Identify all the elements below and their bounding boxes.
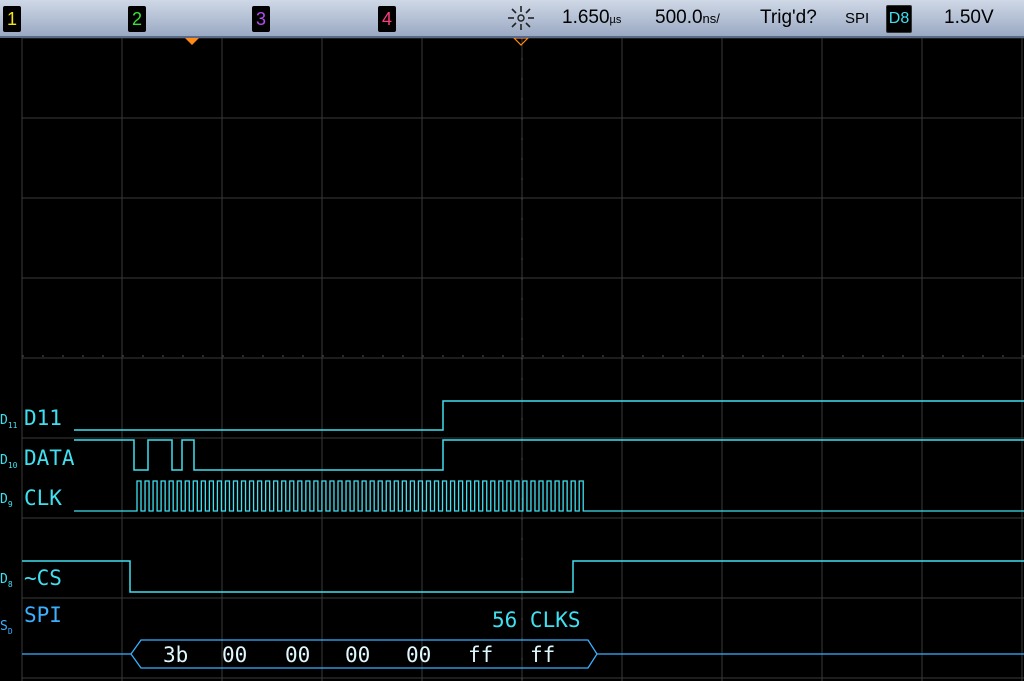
trace-sd-label: SPI <box>24 603 62 627</box>
trace-sd-id: SD <box>0 619 13 636</box>
d11-waveform <box>74 400 1024 431</box>
decoded-byte: 00 <box>345 643 370 667</box>
trace-d9-id: D9 <box>0 492 13 509</box>
status-bar: 1 2 3 4 1.650µs 500.0ns/ Trig'd? SPI D8 … <box>0 0 1024 38</box>
decoded-byte: 00 <box>406 643 431 667</box>
channel-4-button[interactable]: 4 <box>378 6 396 32</box>
channel-3-button[interactable]: 3 <box>252 6 270 32</box>
clk-waveform <box>74 480 1024 512</box>
delay-readout[interactable]: 1.650µs <box>562 7 621 29</box>
delay-value: 1.650 <box>562 7 610 28</box>
trace-d10-id: D10 <box>0 453 18 470</box>
trace-d11-id: D11 <box>0 413 18 430</box>
trace-d8-id: D8 <box>0 572 13 589</box>
graticule <box>21 38 1024 681</box>
trace-d10-label: DATA <box>24 446 75 470</box>
trace-d8-label: ~CS <box>24 566 62 590</box>
decoded-byte: 3b <box>163 643 188 667</box>
timebase-readout[interactable]: 500.0ns/ <box>655 7 720 29</box>
decoded-byte: 00 <box>222 643 247 667</box>
clock-count-label: 56 CLKS <box>492 608 581 632</box>
trace-d11-label: D11 <box>24 406 62 430</box>
delay-reference-marker[interactable] <box>513 38 529 46</box>
trigger-level[interactable]: 1.50V <box>944 7 994 29</box>
trigger-source-badge[interactable]: D8 <box>886 5 912 33</box>
trigger-source-label: D8 <box>888 10 910 27</box>
decoded-byte: ff <box>468 643 493 667</box>
decoded-byte: 00 <box>285 643 310 667</box>
acquisition-running-icon <box>508 6 534 30</box>
decoded-byte: ff <box>530 643 555 667</box>
decoded-bytes: 3b 00 00 00 00 ff ff <box>163 643 555 667</box>
channel-2-button[interactable]: 2 <box>128 6 146 32</box>
cs-waveform <box>22 560 1024 593</box>
timebase-value: 500.0 <box>655 7 703 28</box>
channel-1-button[interactable]: 1 <box>3 6 21 32</box>
trigger-status: Trig'd? <box>760 7 817 28</box>
trigger-position-marker[interactable] <box>185 38 199 45</box>
delay-unit: µs <box>609 14 622 26</box>
d10-waveform <box>74 439 1024 471</box>
waveform-display[interactable]: D11 D11 D10 DATA D9 CLK D8 ~CS SD SPI 56… <box>0 38 1024 681</box>
trigger-type[interactable]: SPI <box>845 10 869 27</box>
trace-d9-label: CLK <box>24 486 62 510</box>
timebase-unit: ns/ <box>702 11 720 26</box>
